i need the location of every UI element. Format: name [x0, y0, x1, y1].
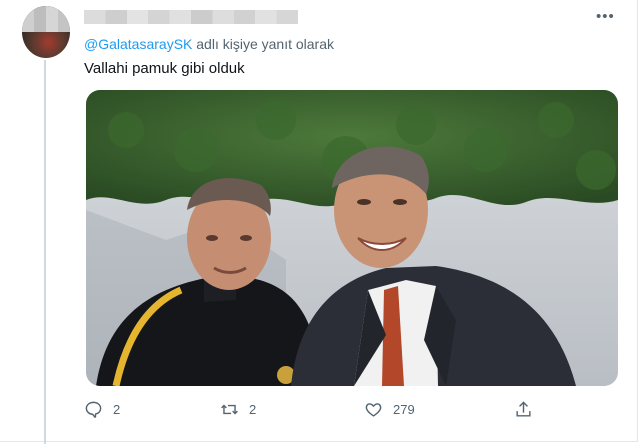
like-button[interactable]: 279 [364, 400, 415, 419]
avatar[interactable] [22, 6, 70, 58]
thread-line [44, 60, 46, 444]
reply-icon [85, 401, 102, 418]
tweet-card[interactable]: ••• @GalatasaraySK adlı kişiye yanıt ola… [0, 0, 638, 444]
heart-icon [365, 403, 382, 417]
more-icon[interactable]: ••• [596, 9, 615, 24]
share-button[interactable] [514, 400, 533, 419]
reply-count: 2 [113, 402, 121, 417]
author-name-blurred [84, 10, 298, 24]
retweet-button[interactable]: 2 [220, 400, 256, 419]
tweet-photo[interactable] [86, 90, 618, 386]
photo-two-men [86, 90, 618, 386]
reply-context-text: adlı kişiye yanıt olarak [192, 36, 334, 52]
reply-context: @GalatasaraySK adlı kişiye yanıt olarak [84, 36, 334, 52]
retweet-icon [221, 404, 238, 415]
reply-handle-link[interactable]: @GalatasaraySK [84, 36, 192, 52]
reply-button[interactable]: 2 [84, 400, 120, 419]
tweet-actions: 2 2 279 [84, 400, 544, 424]
tweet-text: Vallahi pamuk gibi olduk [84, 60, 245, 77]
retweet-count: 2 [249, 402, 257, 417]
share-icon [516, 401, 531, 417]
avatar-blur [22, 6, 70, 32]
like-count: 279 [393, 402, 415, 417]
